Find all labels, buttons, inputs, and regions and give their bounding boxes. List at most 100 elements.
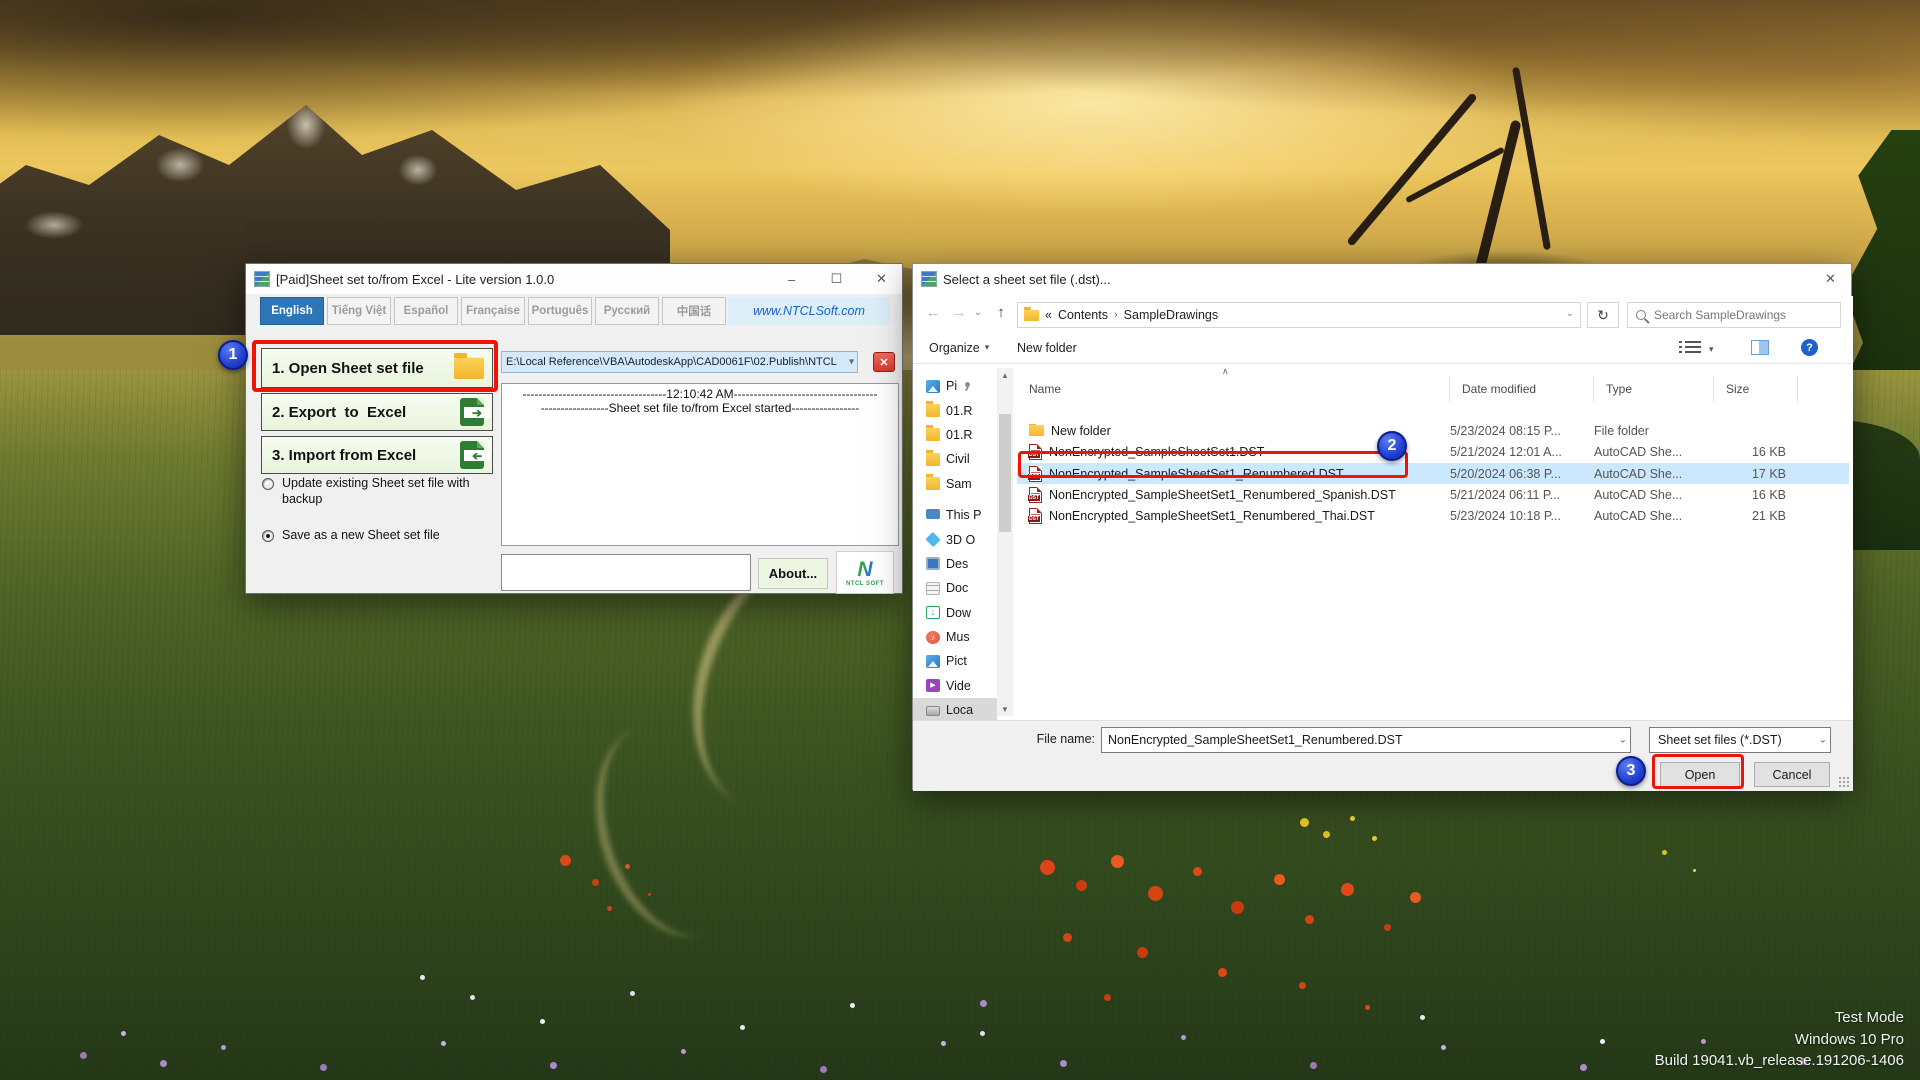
sidebar-item-local-disk[interactable]: Loca xyxy=(913,698,997,722)
annotation-step-1: 1 xyxy=(218,340,248,370)
open-sheet-set-button[interactable]: 1. Open Sheet set file xyxy=(261,348,493,388)
sidebar-item-videos[interactable]: Vide xyxy=(913,674,997,698)
column-header-size[interactable]: Size xyxy=(1714,376,1798,402)
export-label: 2. Export to Excel xyxy=(272,404,406,421)
file-name: NonEncrypted_SampleSheetSet1_Renumbered_… xyxy=(1049,488,1396,502)
radio-save-new[interactable]: Save as a new Sheet set file xyxy=(262,528,497,544)
file-name-input[interactable] xyxy=(1102,733,1630,747)
sidebar-item-label: Sam xyxy=(946,477,972,491)
sidebar-item-pictures-pinned[interactable]: Pi xyxy=(913,374,997,398)
sidebar-item-desktop[interactable]: Des xyxy=(913,552,997,576)
sidebar-item-documents[interactable]: Doc xyxy=(913,576,997,600)
address-bar[interactable]: « Contents › SampleDrawings ⌄ xyxy=(1017,302,1581,328)
file-name: NonEncrypted_SampleSheetSet1_Renumbered.… xyxy=(1049,467,1344,481)
annotation-step-2: 2 xyxy=(1377,431,1407,461)
this-pc-icon xyxy=(926,509,940,519)
website-area: www.NTCLSoft.com xyxy=(728,297,890,325)
language-button-french[interactable]: Française xyxy=(461,297,525,325)
folder-icon xyxy=(1029,425,1044,436)
sidebar-scrollbar[interactable]: ▲ ▼ xyxy=(997,368,1013,716)
resize-grip[interactable] xyxy=(1838,776,1850,788)
app-window-title: [Paid]Sheet set to/from Excel - Lite ver… xyxy=(276,272,554,287)
folder-icon xyxy=(926,404,940,417)
scrollbar-thumb[interactable] xyxy=(999,414,1011,532)
file-name-combobox[interactable]: ⌄ xyxy=(1101,727,1631,753)
language-button-portuguese[interactable]: Português xyxy=(528,297,592,325)
column-header-date[interactable]: Date modified xyxy=(1450,376,1594,402)
website-link[interactable]: www.NTCLSoft.com xyxy=(753,304,865,318)
language-button-english[interactable]: English xyxy=(260,297,324,325)
export-to-excel-button[interactable]: 2. Export to Excel xyxy=(261,393,493,431)
forward-icon[interactable]: → xyxy=(947,300,971,324)
up-icon[interactable]: ↑ xyxy=(989,300,1013,324)
language-button-vietnamese[interactable]: Tiếng Việt xyxy=(327,297,391,325)
sheet-set-path-combobox[interactable]: E:\Local Reference\VBA\AutodeskApp\CAD00… xyxy=(501,351,858,373)
sidebar-item-pictures[interactable]: Pict xyxy=(913,649,997,673)
sidebar-item-music[interactable]: Mus xyxy=(913,625,997,649)
column-header-type[interactable]: Type xyxy=(1594,376,1714,402)
language-button-chinese[interactable]: 中国话 xyxy=(662,297,726,325)
maximize-button[interactable]: ☐ xyxy=(814,264,859,294)
help-icon[interactable]: ? xyxy=(1801,339,1818,356)
sidebar-item-label: Vide xyxy=(946,679,971,693)
new-folder-button[interactable]: New folder xyxy=(1009,332,1085,363)
sidebar-item-downloads[interactable]: Dow xyxy=(913,601,997,625)
minimize-button[interactable]: – xyxy=(769,264,814,294)
history-chevron-icon[interactable]: ⌄ xyxy=(971,300,985,324)
chevron-down-icon[interactable]: ⌄ xyxy=(1566,308,1574,319)
sidebar-item-label: 01.R xyxy=(946,404,972,418)
file-row-dst[interactable]: NonEncrypted_SampleSheetSet1.DST 5/21/20… xyxy=(1017,441,1849,462)
close-button[interactable]: ✕ xyxy=(859,264,904,294)
clear-path-button[interactable]: ✕ xyxy=(873,352,895,372)
radio-update-existing[interactable]: Update existing Sheet set file with back… xyxy=(262,476,497,507)
watermark-line: Test Mode xyxy=(1655,1007,1904,1029)
dialog-close-button[interactable]: ✕ xyxy=(1808,264,1853,294)
search-box[interactable] xyxy=(1627,302,1841,328)
import-from-excel-button[interactable]: 3. Import from Excel xyxy=(261,436,493,474)
radio-icon xyxy=(262,478,274,490)
sidebar-item-folder[interactable]: Sam xyxy=(913,472,997,496)
about-button[interactable]: About... xyxy=(758,558,828,589)
music-icon xyxy=(926,631,940,644)
breadcrumb-sampledrawings[interactable]: SampleDrawings xyxy=(1124,308,1218,322)
language-button-spanish[interactable]: Español xyxy=(394,297,458,325)
scroll-down-icon[interactable]: ▼ xyxy=(997,702,1013,716)
file-type-combobox[interactable]: Sheet set files (*.DST) ⌄ xyxy=(1649,727,1831,753)
sidebar-item-folder[interactable]: 01.R xyxy=(913,398,997,422)
search-input[interactable] xyxy=(1654,308,1832,322)
file-row-dst[interactable]: NonEncrypted_SampleSheetSet1_Renumbered_… xyxy=(1017,484,1849,505)
sidebar-item-3d-objects[interactable]: 3D O xyxy=(913,527,997,551)
wallpaper-purple-flowers xyxy=(980,1000,987,1007)
dialog-titlebar[interactable]: Select a sheet set file (.dst)... xyxy=(913,264,1851,294)
breadcrumb-separator-icon: › xyxy=(1114,309,1118,321)
breadcrumb-contents[interactable]: Contents xyxy=(1058,308,1108,322)
sidebar-item-label: Pi xyxy=(946,379,957,393)
scroll-up-icon[interactable]: ▲ xyxy=(997,368,1013,382)
export-icon xyxy=(460,398,484,426)
sidebar-item-this-pc[interactable]: This P xyxy=(913,503,997,527)
preview-pane-icon[interactable] xyxy=(1751,340,1769,355)
views-chevron-icon[interactable]: ▾ xyxy=(1709,344,1714,355)
file-row-new-folder[interactable]: New folder 5/23/2024 08:15 P... File fol… xyxy=(1017,420,1849,441)
file-row-dst[interactable]: NonEncrypted_SampleSheetSet1_Renumbered_… xyxy=(1017,505,1849,526)
sidebar-item-folder[interactable]: 01.R xyxy=(913,423,997,447)
wallpaper-white-flowers xyxy=(420,975,425,980)
message-textbox[interactable] xyxy=(501,554,751,591)
language-button-russian[interactable]: Русский xyxy=(595,297,659,325)
command-toolbar: Organize ▾ New folder ▾ ? xyxy=(913,332,1853,364)
change-view-icon[interactable] xyxy=(1685,341,1701,355)
chevron-down-icon: ⌄ xyxy=(1619,735,1627,746)
back-icon[interactable]: ← xyxy=(921,300,945,324)
refresh-button[interactable]: ↻ xyxy=(1587,302,1619,328)
file-size: 21 KB xyxy=(1714,509,1786,523)
organize-menu[interactable]: Organize ▾ xyxy=(921,332,997,363)
file-list: ∧ Name Date modified Type Size New folde… xyxy=(1017,364,1853,720)
cancel-button[interactable]: Cancel xyxy=(1754,762,1830,787)
open-button[interactable]: Open xyxy=(1660,762,1740,787)
file-row-dst-selected[interactable]: NonEncrypted_SampleSheetSet1_Renumbered.… xyxy=(1017,463,1849,484)
sidebar-item-folder[interactable]: Civil xyxy=(913,447,997,471)
import-icon xyxy=(460,441,484,469)
file-type: AutoCAD She... xyxy=(1594,467,1714,481)
file-type: File folder xyxy=(1594,424,1714,438)
column-header-name[interactable]: Name xyxy=(1017,376,1450,402)
